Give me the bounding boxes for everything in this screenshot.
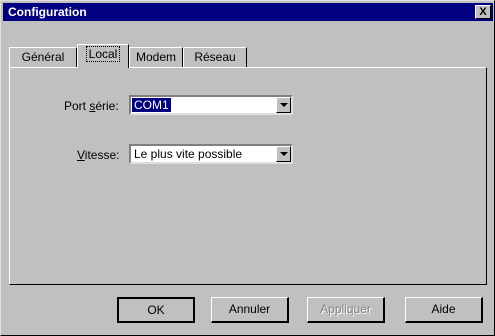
speed-label: Vitesse: xyxy=(77,148,119,162)
title-bar: Configuration X xyxy=(3,3,493,21)
tab-reseau-label: Réseau xyxy=(194,50,236,64)
tab-general[interactable]: Général xyxy=(9,47,77,67)
port-label-text: Port xyxy=(64,99,90,113)
tab-local[interactable]: Local xyxy=(77,44,129,68)
help-button[interactable]: Aide xyxy=(405,297,483,323)
cancel-button[interactable]: Annuler xyxy=(211,297,289,323)
close-button[interactable]: X xyxy=(475,5,491,19)
ok-button[interactable]: OK xyxy=(117,297,195,323)
tab-modem-label: Modem xyxy=(135,50,176,64)
speed-label-text-end: itesse: xyxy=(84,148,120,162)
tab-modem[interactable]: Modem xyxy=(129,47,183,67)
chevron-down-icon[interactable] xyxy=(276,146,291,162)
tab-general-label: Général xyxy=(21,50,65,64)
port-value: COM1 xyxy=(132,98,171,112)
tab-reseau[interactable]: Réseau xyxy=(183,47,247,67)
apply-button[interactable]: Appliquer xyxy=(307,297,385,323)
port-label: Port série: xyxy=(64,99,119,113)
window-title: Configuration xyxy=(8,5,87,19)
port-select[interactable]: COM1 xyxy=(129,95,293,115)
speed-value: Le plus vite possible xyxy=(134,147,243,161)
chevron-down-icon[interactable] xyxy=(276,97,291,113)
port-label-text-end: érie: xyxy=(95,99,119,113)
speed-label-accel: V xyxy=(77,148,85,162)
configuration-dialog: Configuration X Général Local Modem Rése… xyxy=(0,0,495,336)
tab-local-label: Local xyxy=(85,46,121,62)
speed-select[interactable]: Le plus vite possible xyxy=(129,144,293,164)
